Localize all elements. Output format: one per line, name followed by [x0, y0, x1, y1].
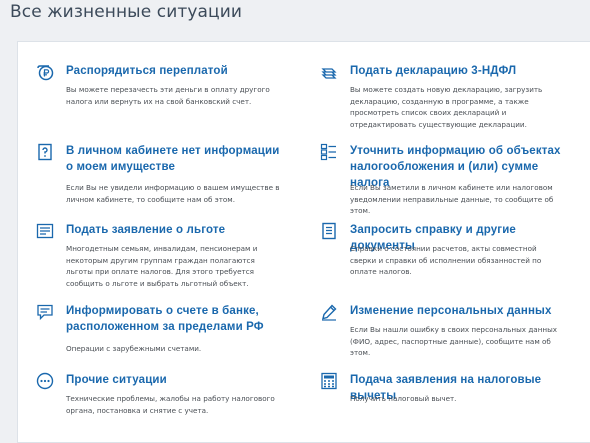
situation-description: Если Вы заметили в личном кабинете или н… [350, 183, 554, 215]
ellipsis-circle-icon [36, 372, 54, 390]
pencil-icon [320, 303, 338, 321]
situation-title[interactable]: Изменение персональных данных [350, 303, 565, 319]
calculator-icon [320, 372, 338, 390]
page-title: Все жизненные ситуации [10, 2, 243, 22]
question-document-icon [36, 143, 54, 161]
situation-description: Если Вы нашли ошибку в своих персональны… [350, 325, 558, 357]
situation-title[interactable]: Подать заявление о льготе [66, 222, 281, 238]
message-bubble-icon [36, 303, 54, 321]
declaration-stack-icon [320, 63, 338, 81]
checklist-icon [320, 143, 338, 161]
situation-title[interactable]: Информировать о счете в банке, расположе… [66, 303, 281, 335]
situation-title[interactable]: Прочие ситуации [66, 372, 281, 388]
document-lines-icon [320, 222, 338, 240]
situation-description: Операции с зарубежными счетами. [66, 344, 202, 353]
situation-description: Справки о состоянии расчетов, акты совме… [350, 244, 542, 276]
situation-title[interactable]: Распорядиться переплатой [66, 63, 281, 79]
situation-description: Технические проблемы, жалобы на работу н… [66, 394, 275, 415]
situation-description: Получить налоговый вычет. [350, 394, 457, 403]
situation-title[interactable]: Подать декларацию 3-НДФЛ [350, 63, 565, 79]
ruble-circle-icon [36, 63, 54, 81]
situation-description: Вы можете создать новую декларацию, загр… [350, 85, 543, 129]
situation-title[interactable]: В личном кабинете нет информации о моем … [66, 143, 281, 175]
situation-description: Если Вы не увидели информацию о вашем им… [66, 183, 280, 204]
application-form-icon [36, 222, 54, 240]
situations-card: Распорядиться переплатой Вы можете перез… [17, 41, 590, 443]
situation-description: Вы можете перезачесть эти деньги в оплат… [66, 85, 270, 106]
situation-description: Многодетным семьям, инвалидам, пенсионер… [66, 244, 258, 288]
